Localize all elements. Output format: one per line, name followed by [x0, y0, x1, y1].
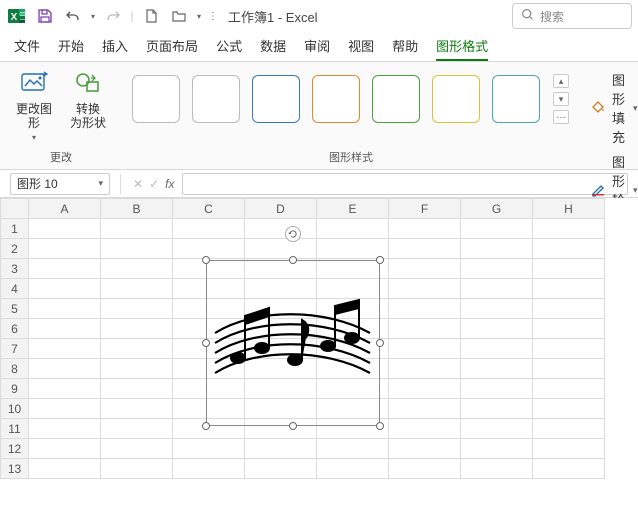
col-header[interactable]: G	[461, 199, 533, 219]
group-shape-format-options: 图形填充▾ 图形轮廓▾ 图形效果▾	[580, 62, 638, 169]
redo-button[interactable]	[100, 3, 126, 29]
style-preset-5[interactable]	[372, 75, 420, 123]
fx-icon[interactable]: fx	[165, 177, 174, 191]
gallery-more-button[interactable]: ⋯	[553, 110, 569, 124]
save-button[interactable]	[32, 3, 58, 29]
row-header[interactable]: 12	[1, 439, 29, 459]
group-shape-styles: ▴ ▾ ⋯ 图形样式	[122, 62, 580, 169]
svg-text:X: X	[11, 12, 18, 23]
qat-separator: |	[128, 3, 136, 29]
col-header[interactable]: E	[317, 199, 389, 219]
tab-data[interactable]: 数据	[260, 36, 286, 61]
name-box[interactable]: 图形 10 ▾	[10, 173, 110, 195]
chevron-down-icon: ▾	[633, 103, 638, 114]
col-header[interactable]: A	[29, 199, 101, 219]
row-header[interactable]: 13	[1, 459, 29, 479]
row-header[interactable]: 6	[1, 319, 29, 339]
search-icon	[521, 8, 534, 24]
search-placeholder: 搜索	[540, 8, 564, 25]
style-preset-7[interactable]	[492, 75, 540, 123]
enter-icon[interactable]: ✓	[149, 177, 159, 191]
row-header[interactable]: 11	[1, 419, 29, 439]
row-header[interactable]: 1	[1, 219, 29, 239]
tab-layout[interactable]: 页面布局	[146, 36, 198, 61]
row-header[interactable]: 10	[1, 399, 29, 419]
row-header[interactable]: 8	[1, 359, 29, 379]
row-header[interactable]: 9	[1, 379, 29, 399]
group-label-styles: 图形样式	[329, 147, 373, 165]
col-header[interactable]: B	[101, 199, 173, 219]
cell-grid[interactable]: A B C D E F G H 1 2 3 4 5 6 7 8 9 10 11 …	[0, 198, 605, 479]
title-bar: X ▾ | ▾ ⋮ 工作簿1 - Excel 搜索	[0, 0, 638, 32]
change-graphic-button[interactable]: 更改图 形 ▾	[10, 68, 58, 142]
style-preset-4[interactable]	[312, 75, 360, 123]
group-label-change: 更改	[50, 147, 72, 165]
cancel-icon[interactable]: ✕	[133, 177, 143, 191]
ribbon-tabs: 文件 开始 插入 页面布局 公式 数据 审阅 视图 帮助 图形格式	[0, 32, 638, 62]
col-header[interactable]: F	[389, 199, 461, 219]
gallery-down-button[interactable]: ▾	[553, 92, 569, 106]
convert-to-shape-button[interactable]: 转换 为形状	[64, 68, 112, 142]
outline-pen-icon	[590, 181, 606, 200]
tab-help[interactable]: 帮助	[392, 36, 418, 61]
chevron-down-icon: ▾	[633, 185, 638, 196]
group-change: 更改图 形 ▾ 转换 为形状 更改	[0, 62, 122, 169]
tab-home[interactable]: 开始	[58, 36, 84, 61]
row-header[interactable]: 2	[1, 239, 29, 259]
select-all-button[interactable]	[1, 199, 29, 219]
col-header[interactable]: H	[533, 199, 605, 219]
col-header[interactable]: D	[245, 199, 317, 219]
new-file-button[interactable]	[138, 3, 164, 29]
fill-bucket-icon	[590, 99, 606, 118]
quick-access-toolbar: ▾ | ▾ ⋮	[32, 3, 220, 29]
chevron-down-icon: ▾	[98, 178, 103, 189]
tab-view[interactable]: 视图	[348, 36, 374, 61]
tab-review[interactable]: 审阅	[304, 36, 330, 61]
excel-app-icon: X	[6, 5, 28, 27]
open-dropdown[interactable]: ▾	[194, 3, 204, 29]
row-header[interactable]: 7	[1, 339, 29, 359]
ribbon: 更改图 形 ▾ 转换 为形状 更改 ▴ ▾ ⋯ 图形样式	[0, 62, 638, 170]
divider	[120, 174, 121, 194]
undo-button[interactable]	[60, 3, 86, 29]
tab-file[interactable]: 文件	[14, 36, 40, 61]
row-header[interactable]: 3	[1, 259, 29, 279]
style-preset-6[interactable]	[432, 75, 480, 123]
formula-bar-buttons: ✕ ✓ fx	[133, 177, 174, 191]
search-box[interactable]: 搜索	[512, 3, 632, 29]
gallery-up-button[interactable]: ▴	[553, 74, 569, 88]
qat-customize[interactable]: ⋮	[206, 3, 220, 29]
formula-bar-row: 图形 10 ▾ ✕ ✓ fx	[0, 170, 638, 198]
tab-insert[interactable]: 插入	[102, 36, 128, 61]
undo-dropdown[interactable]: ▾	[88, 3, 98, 29]
tab-shape-format[interactable]: 图形格式	[436, 36, 488, 61]
window-title: 工作簿1 - Excel	[228, 7, 318, 26]
style-preset-2[interactable]	[192, 75, 240, 123]
style-preset-1[interactable]	[132, 75, 180, 123]
tab-formulas[interactable]: 公式	[216, 36, 242, 61]
row-header[interactable]: 4	[1, 279, 29, 299]
gallery-scroll: ▴ ▾ ⋯	[552, 74, 570, 124]
col-header[interactable]: C	[173, 199, 245, 219]
style-preset-3[interactable]	[252, 75, 300, 123]
worksheet: A B C D E F G H 1 2 3 4 5 6 7 8 9 10 11 …	[0, 198, 638, 479]
formula-input[interactable]	[182, 173, 628, 195]
chevron-down-icon: ▾	[32, 133, 36, 142]
shape-fill-button[interactable]: 图形填充▾	[590, 70, 638, 146]
row-header[interactable]: 5	[1, 299, 29, 319]
open-file-button[interactable]	[166, 3, 192, 29]
